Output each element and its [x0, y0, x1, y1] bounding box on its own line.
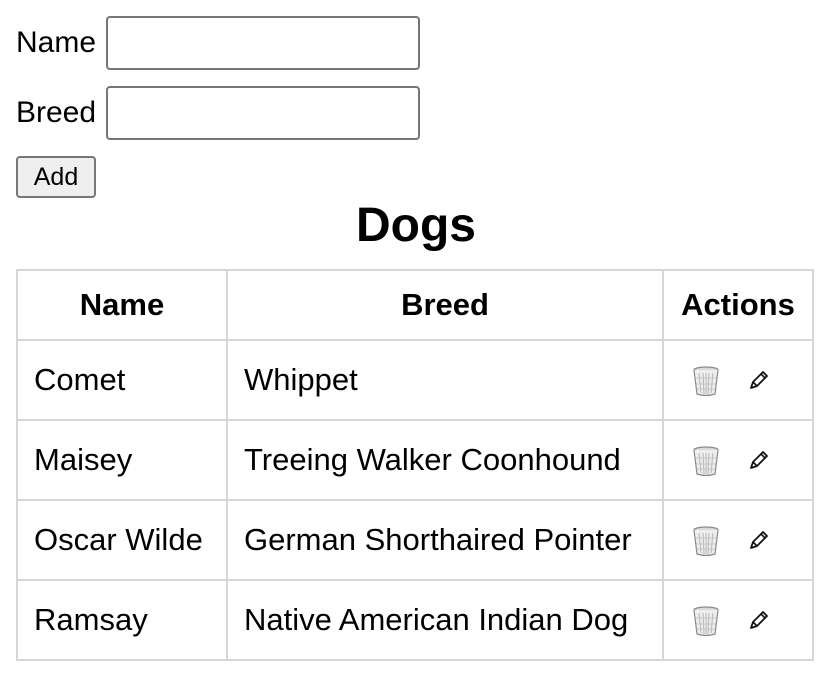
dog-breed-cell: Treeing Walker Coonhound: [226, 419, 664, 501]
pencil-icon: [746, 609, 770, 633]
page-title: Dogs: [356, 199, 476, 252]
breed-input[interactable]: [106, 86, 421, 140]
actions-cell: [662, 339, 814, 421]
dogs-table: Name Breed Actions Comet Whippet Maisey Tre…: [16, 269, 814, 661]
trash-icon: [691, 605, 721, 637]
column-header-actions: Actions: [662, 269, 814, 341]
trash-icon: [691, 445, 721, 477]
add-button[interactable]: Add: [16, 156, 96, 198]
pencil-icon: [746, 449, 770, 473]
table-header-row: Name Breed Actions: [16, 269, 814, 341]
trash-icon: [691, 525, 721, 557]
breed-form-row: Breed: [16, 86, 421, 140]
table-row: Maisey Treeing Walker Coonhound: [16, 419, 814, 501]
delete-button[interactable]: [690, 524, 722, 558]
name-input[interactable]: [106, 16, 421, 70]
edit-button[interactable]: [742, 364, 774, 398]
dog-breed-cell: Native American Indian Dog: [226, 579, 664, 661]
dog-name-cell: Comet: [16, 339, 228, 421]
delete-button[interactable]: [690, 364, 722, 398]
table-row: Ramsay Native American Indian Dog: [16, 579, 814, 661]
breed-label: Breed: [16, 96, 97, 129]
column-header-name: Name: [16, 269, 228, 341]
table-row: Oscar Wilde German Shorthaired Pointer: [16, 499, 814, 581]
dog-breed-cell: Whippet: [226, 339, 664, 421]
actions-cell: [662, 579, 814, 661]
dog-breed-cell: German Shorthaired Pointer: [226, 499, 664, 581]
actions-cell: [662, 419, 814, 501]
name-form-row: Name: [16, 16, 421, 70]
delete-button[interactable]: [690, 444, 722, 478]
dog-name-cell: Ramsay: [16, 579, 228, 661]
edit-button[interactable]: [742, 604, 774, 638]
name-label: Name: [16, 26, 97, 59]
edit-button[interactable]: [742, 524, 774, 558]
dog-name-cell: Oscar Wilde: [16, 499, 228, 581]
actions-cell: [662, 499, 814, 581]
dog-name-cell: Maisey: [16, 419, 228, 501]
table-row: Comet Whippet: [16, 339, 814, 421]
edit-button[interactable]: [742, 444, 774, 478]
pencil-icon: [746, 529, 770, 553]
trash-icon: [691, 365, 721, 397]
pencil-icon: [746, 369, 770, 393]
delete-button[interactable]: [690, 604, 722, 638]
column-header-breed: Breed: [226, 269, 664, 341]
